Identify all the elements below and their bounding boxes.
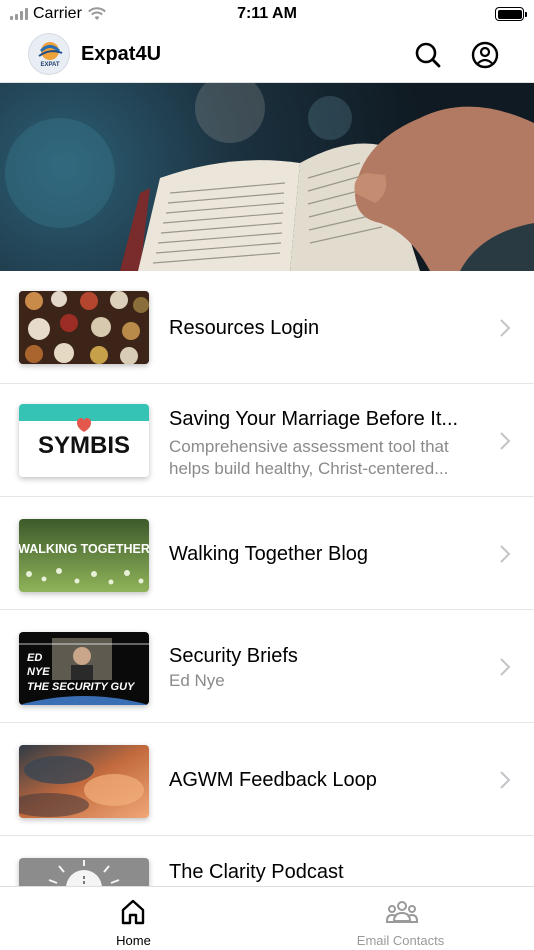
item-thumbnail bbox=[19, 745, 149, 818]
app-title: Expat4U bbox=[81, 43, 162, 65]
chevron-right-icon bbox=[500, 432, 511, 450]
tab-bar: Home Email Contacts bbox=[0, 886, 534, 950]
list-item[interactable]: Resources Login bbox=[0, 271, 534, 384]
list-item[interactable]: ED NYE THE SECURITY GUY Security Briefs … bbox=[0, 610, 534, 723]
profile-icon[interactable] bbox=[470, 40, 500, 70]
home-icon bbox=[121, 899, 145, 925]
item-subtitle: Comprehensive assessment tool that helps… bbox=[169, 437, 449, 478]
list-item[interactable]: SYMBIS Saving Your Marriage Before It...… bbox=[0, 384, 534, 497]
battery-icon bbox=[495, 7, 527, 21]
status-time: 7:11 AM bbox=[237, 5, 297, 22]
list-item[interactable]: AGWM Feedback Loop bbox=[0, 723, 534, 836]
chevron-right-icon bbox=[500, 545, 511, 563]
item-thumbnail: ED NYE THE SECURITY GUY bbox=[19, 632, 149, 705]
chevron-right-icon bbox=[500, 771, 511, 789]
thumb-text-nye: NYE bbox=[27, 666, 50, 678]
symbis-text: SYMBIS bbox=[38, 432, 130, 459]
chevron-right-icon bbox=[500, 319, 511, 337]
item-title: The Clarity Podcast bbox=[169, 861, 344, 883]
list-item[interactable]: WALKING TOGETHER Walking Together Blog bbox=[0, 497, 534, 610]
chevron-right-icon bbox=[500, 658, 511, 676]
tab-email-contacts-label: Email Contacts bbox=[356, 933, 445, 948]
hero-image bbox=[0, 83, 534, 271]
item-title: Saving Your Marriage Before It... bbox=[169, 408, 459, 430]
thumb-text-security-guy: THE SECURITY GUY bbox=[27, 681, 136, 693]
search-icon[interactable] bbox=[413, 40, 443, 70]
item-thumbnail: WALKING TOGETHER bbox=[19, 519, 149, 592]
tab-email-contacts[interactable]: Email Contacts bbox=[267, 887, 534, 950]
contacts-group-icon bbox=[386, 901, 418, 923]
status-bar: Carrier 7:11 AM bbox=[0, 0, 534, 28]
item-title: Walking Together Blog bbox=[169, 543, 369, 565]
item-title: AGWM Feedback Loop bbox=[169, 769, 377, 791]
item-thumbnail bbox=[19, 291, 149, 364]
item-title: Security Briefs bbox=[169, 645, 298, 667]
item-subtitle: Ed Nye bbox=[169, 671, 225, 690]
nav-bar: EXPAT Expat4U bbox=[0, 28, 534, 83]
tab-home-label: Home bbox=[116, 933, 151, 948]
item-title: Resources Login bbox=[169, 317, 320, 339]
thumb-text-ed: ED bbox=[27, 652, 42, 664]
tab-home[interactable]: Home bbox=[0, 887, 267, 950]
item-thumbnail: SYMBIS bbox=[19, 404, 149, 477]
app-logo: EXPAT bbox=[28, 33, 70, 75]
walking-together-text: WALKING TOGETHER bbox=[19, 542, 149, 556]
logo-text: EXPAT bbox=[40, 62, 59, 68]
